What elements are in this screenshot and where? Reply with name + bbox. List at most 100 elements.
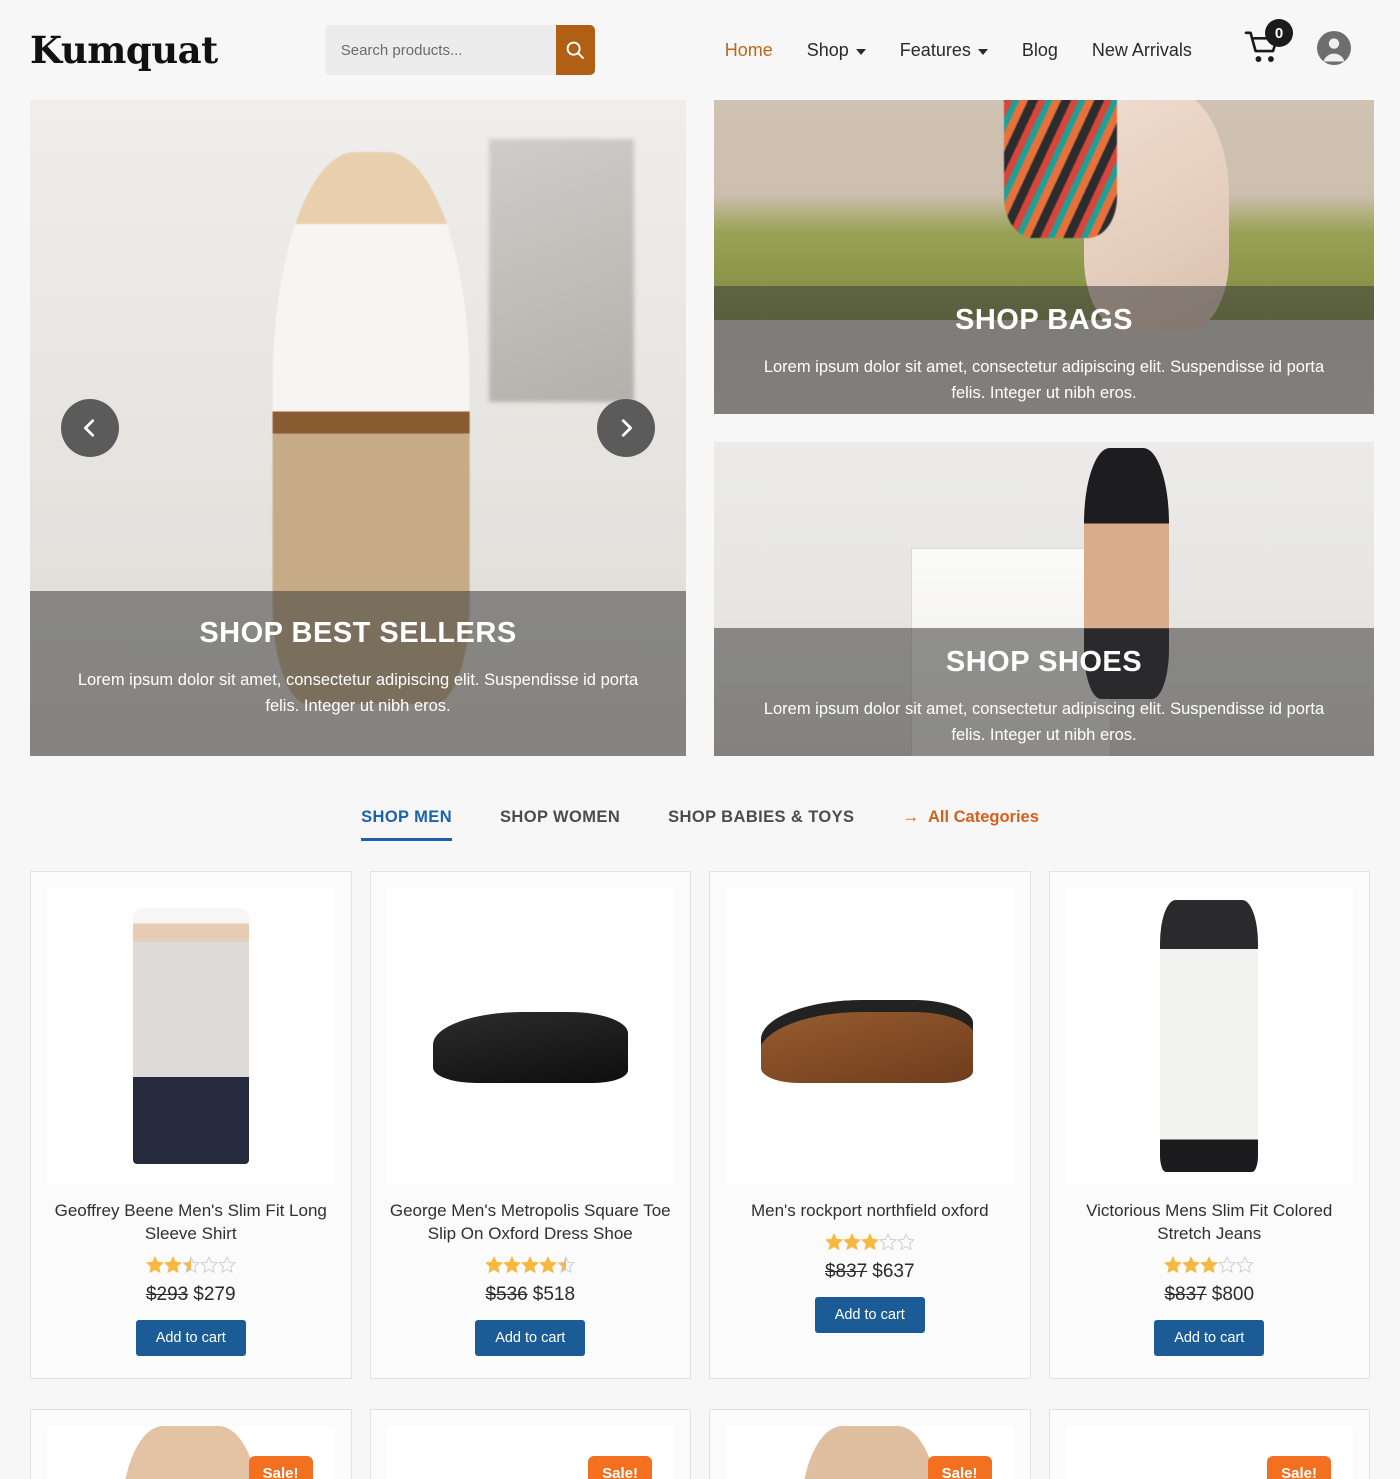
product-price: $536 $518 (485, 1284, 575, 1306)
product-price: $837 $637 (825, 1261, 915, 1283)
header-actions: 0 (1244, 19, 1370, 71)
nav-item-label: Features (899, 39, 971, 60)
search-input[interactable] (324, 25, 556, 75)
chevron-down-icon (855, 48, 866, 55)
product-artwork (1160, 899, 1259, 1173)
product-artwork (760, 1000, 974, 1084)
chevron-right-icon (621, 419, 632, 437)
hero-overlay-best-sellers: SHOP BEST SELLERS Lorem ipsum dolor sit … (30, 591, 686, 756)
product-image: Sale! (47, 1425, 335, 1479)
carousel-prev-button[interactable] (61, 399, 119, 457)
product-old-price: $837 (1164, 1283, 1207, 1305)
hero-title: SHOP BEST SELLERS (199, 617, 517, 649)
product-current-price: $518 (532, 1283, 576, 1305)
chevron-down-icon (977, 48, 988, 55)
product-image: Sale! (1065, 1425, 1353, 1479)
add-to-cart-button[interactable]: Add to cart (814, 1296, 925, 1333)
nav-item-blog[interactable]: Blog (1022, 40, 1058, 61)
product-artwork (432, 1012, 628, 1084)
product-card[interactable]: Victorious Mens Slim Fit Colored Stretch… (1048, 871, 1370, 1379)
site-header: Kumquat Home Shop Features Blog New Arri… (0, 0, 1400, 100)
site-logo[interactable]: Kumquat (30, 28, 218, 72)
product-rating (820, 1232, 920, 1251)
search-bar (324, 25, 595, 75)
product-artwork (133, 908, 249, 1164)
product-grid-row-1: Geoffrey Beene Men's Slim Fit Long Sleev… (0, 841, 1400, 1379)
account-button[interactable] (1316, 30, 1352, 71)
product-current-price: $800 (1211, 1283, 1255, 1305)
all-categories-link[interactable]: → All Categories (902, 808, 1038, 827)
nav-item-new-arrivals[interactable]: New Arrivals (1092, 40, 1192, 61)
product-title: George Men's Metropolis Square Toe Slip … (389, 1201, 671, 1243)
arrow-right-icon: → (902, 808, 919, 826)
product-title: Men's rockport northfield oxford (750, 1201, 989, 1220)
product-old-price: $293 (145, 1283, 189, 1305)
product-title: Victorious Mens Slim Fit Colored Stretch… (1086, 1201, 1333, 1243)
product-card[interactable]: George Men's Metropolis Square Toe Slip … (369, 871, 691, 1379)
product-card[interactable]: Sale! (30, 1408, 352, 1479)
product-current-price: $637 (872, 1260, 915, 1282)
hero-tile-bags[interactable]: SHOP BAGS Lorem ipsum dolor sit amet, co… (714, 100, 1374, 414)
product-rating (1159, 1255, 1259, 1274)
nav-item-label: Home (724, 39, 773, 60)
product-old-price: $837 (824, 1260, 868, 1282)
product-card[interactable]: Men's rockport northfield oxford $837 $63… (709, 871, 1031, 1379)
product-card[interactable]: Sale! (709, 1408, 1031, 1479)
nav-item-shop[interactable]: Shop (807, 40, 866, 61)
hero-description: Lorem ipsum dolor sit amet, consectetur … (763, 700, 1325, 744)
product-price: $293 $279 (146, 1284, 236, 1306)
product-card[interactable]: Sale! (1048, 1408, 1370, 1479)
product-image (1065, 888, 1353, 1184)
add-to-cart-button[interactable]: Add to cart (135, 1319, 246, 1356)
hero-section: SHOP BEST SELLERS Lorem ipsum dolor sit … (0, 100, 1400, 756)
hero-tile-best-sellers[interactable]: SHOP BEST SELLERS Lorem ipsum dolor sit … (30, 100, 686, 756)
hero-description: Lorem ipsum dolor sit amet, consectetur … (77, 671, 639, 715)
nav-item-label: Shop (806, 39, 849, 60)
hero-description: Lorem ipsum dolor sit amet, consectetur … (763, 358, 1325, 402)
nav-item-home[interactable]: Home (725, 40, 773, 61)
product-rating (141, 1255, 241, 1274)
product-image: Sale! (726, 1425, 1014, 1479)
product-image: Sale! (386, 1425, 674, 1479)
sale-badge: Sale! (1267, 1455, 1331, 1479)
carousel-next-button[interactable] (597, 399, 655, 457)
user-account-icon (1317, 30, 1351, 65)
hero-overlay-shoes: SHOP SHOES Lorem ipsum dolor sit amet, c… (714, 628, 1374, 756)
tab-shop-babies-toys[interactable]: SHOP BABIES & TOYS (668, 808, 854, 841)
hero-title: SHOP BAGS (954, 304, 1133, 336)
product-grid-row-2: Sale! Sale! Sale! Sale! (0, 1379, 1400, 1479)
product-price: $837 $800 (1164, 1284, 1254, 1306)
product-image (726, 888, 1014, 1184)
sale-badge: Sale! (927, 1455, 992, 1479)
product-title: Geoffrey Beene Men's Slim Fit Long Sleev… (54, 1201, 327, 1243)
all-categories-label: All Categories (927, 808, 1039, 826)
search-icon (566, 41, 585, 59)
add-to-cart-button[interactable]: Add to cart (1154, 1319, 1265, 1356)
category-tabs: SHOP MEN SHOP WOMEN SHOP BABIES & TOYS →… (0, 756, 1400, 841)
product-rating (480, 1255, 580, 1274)
product-card[interactable]: Geoffrey Beene Men's Slim Fit Long Sleev… (30, 871, 352, 1379)
sale-badge: Sale! (248, 1455, 313, 1479)
main-navigation: Home Shop Features Blog New Arrivals (725, 40, 1192, 61)
hero-tile-shoes[interactable]: SHOP SHOES Lorem ipsum dolor sit amet, c… (714, 442, 1374, 756)
product-artwork (800, 1425, 939, 1479)
chevron-left-icon (84, 419, 95, 437)
hero-overlay-bags: SHOP BAGS Lorem ipsum dolor sit amet, co… (714, 286, 1374, 414)
product-artwork (121, 1425, 260, 1479)
hero-title: SHOP SHOES (945, 646, 1143, 678)
tab-shop-women[interactable]: SHOP WOMEN (500, 808, 620, 841)
product-image (47, 888, 335, 1184)
add-to-cart-button[interactable]: Add to cart (475, 1319, 586, 1356)
nav-item-label: Blog (1021, 39, 1058, 60)
sale-badge: Sale! (588, 1455, 652, 1479)
product-card[interactable]: Sale! (369, 1408, 691, 1479)
product-current-price: $279 (193, 1283, 236, 1305)
tab-shop-men[interactable]: SHOP MEN (361, 808, 452, 841)
nav-item-features[interactable]: Features (900, 40, 988, 61)
product-image (386, 888, 674, 1184)
product-old-price: $536 (485, 1283, 528, 1305)
cart-button[interactable]: 0 (1244, 19, 1293, 70)
cart-count-badge: 0 (1265, 19, 1293, 47)
hero-right-column: SHOP BAGS Lorem ipsum dolor sit amet, co… (714, 100, 1374, 756)
search-button[interactable] (555, 25, 595, 75)
